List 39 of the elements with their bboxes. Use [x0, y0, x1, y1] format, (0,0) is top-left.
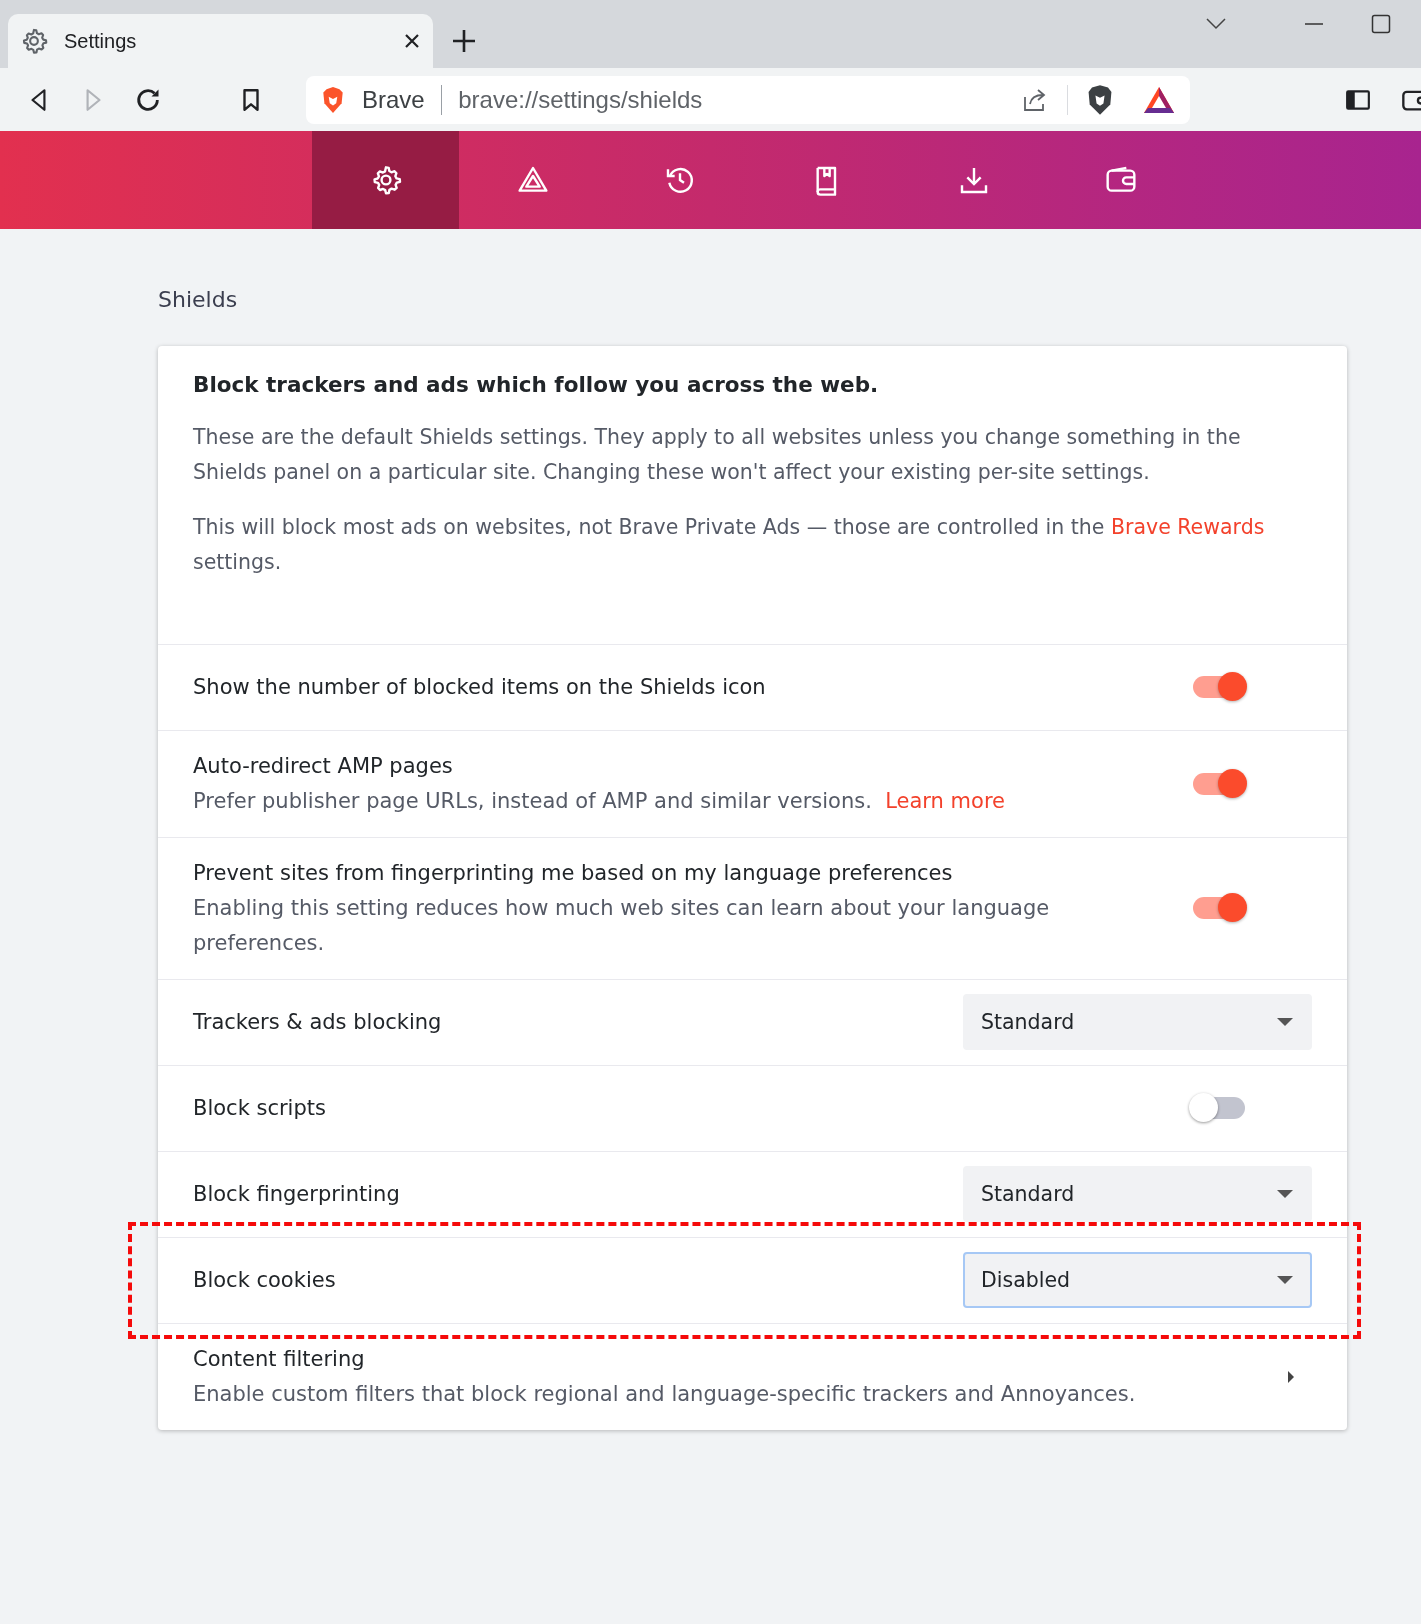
site-label: Brave — [362, 84, 425, 115]
setting-label: Block fingerprinting — [193, 1180, 401, 1208]
lion-icon — [320, 85, 346, 114]
setting-label: Auto-redirect AMP pages — [193, 752, 454, 780]
intro-note: This will block most ads on websites, not Brave Private Ads — those are controlled in the Brave Rewards settings. — [193, 513, 1266, 576]
tab-search-button[interactable] — [1205, 17, 1227, 31]
shields-button[interactable] — [1086, 83, 1114, 116]
dropdown[interactable]: Disabled — [963, 1252, 1312, 1309]
address-bar[interactable]: Brave brave://settings/shields — [306, 75, 1190, 124]
intro-paragraph: These are the default Shields settings. They apply to all websites unless you change something in the Shields panel on a particular site. Changing these won't affect your existing per-site settings. — [193, 423, 1242, 486]
dropdown[interactable]: Standard — [963, 1166, 1312, 1223]
setting-label: Show the number of blocked items on the Shields icon — [193, 673, 767, 701]
nav-tab[interactable] — [312, 131, 459, 229]
browser-tab[interactable]: Settings — [8, 14, 433, 68]
setting-label: Block scripts — [193, 1094, 327, 1122]
setting-label: Prevent sites from fingerprinting me based on my language preferences — [193, 859, 954, 887]
rewards-link[interactable]: Brave Rewards — [1111, 514, 1265, 539]
toggle-switch[interactable] — [1193, 772, 1245, 795]
close-tab-button[interactable] — [403, 32, 421, 50]
setting-description: Enable custom filters that block regional and language-specific trackers and Annoyances. — [193, 1380, 1137, 1408]
setting-label: Block cookies — [193, 1266, 337, 1294]
setting-label: Trackers & ads blocking — [193, 1008, 443, 1036]
dropdown[interactable]: Standard — [963, 994, 1312, 1051]
new-tab-button[interactable] — [451, 28, 477, 54]
setting-label: Content filtering — [193, 1345, 366, 1373]
caret-icon — [1276, 1017, 1294, 1028]
url-text: brave://settings/shields — [458, 84, 704, 115]
learn-more-link[interactable]: Learn more — [885, 788, 1005, 813]
setting-description: Prefer publisher page URLs, instead of AMP and similar versions. Learn more — [193, 787, 1006, 815]
minimize-icon — [1305, 23, 1323, 25]
intro-heading: Block trackers and ads which follow you across the web. — [193, 372, 880, 398]
section-title: Shields — [158, 286, 239, 314]
maximize-button[interactable] — [1371, 14, 1391, 34]
caret-icon — [1276, 1189, 1294, 1200]
gear-icon — [20, 27, 48, 55]
caret-icon — [1276, 1275, 1294, 1286]
setting-description: Enabling this setting reduces how much web sites can learn about your language preferences. — [193, 894, 1051, 957]
chevron-right-icon — [1287, 1369, 1295, 1384]
tab-title: Settings — [64, 29, 138, 54]
